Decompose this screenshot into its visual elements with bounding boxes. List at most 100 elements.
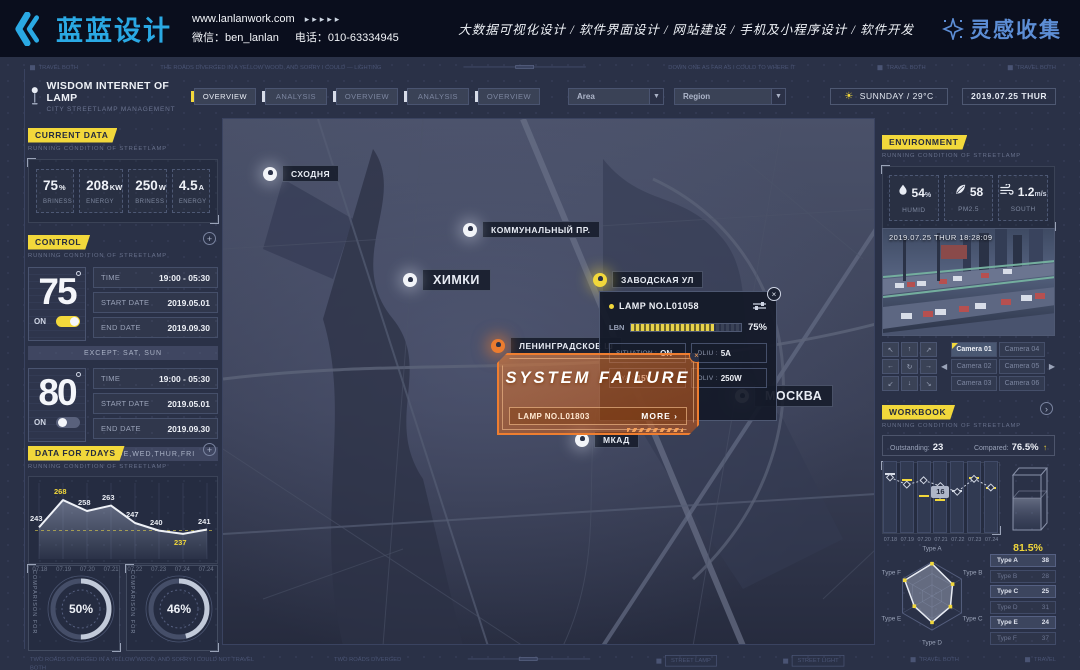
chevron-right-icon[interactable]: ›	[1040, 402, 1053, 415]
camera-panel: 2019.07.25 THUR 18:28:09	[882, 228, 1055, 391]
type-row-type-c[interactable]: Type C25	[990, 585, 1056, 598]
city-map[interactable]: СХОДНЯКОММУНАЛЬНЫЙ ПР.ХИМКИЗАВОДСКАЯ УЛЛ…	[222, 118, 875, 645]
inspiration-collect[interactable]: 灵感收集	[942, 14, 1062, 44]
camera-button-5[interactable]: Camera 05	[999, 359, 1045, 374]
env-stat-humid: 54%HUMID	[889, 175, 939, 221]
tab-analysis-2[interactable]: ANALYSIS	[265, 88, 327, 105]
site-header: 蓝蓝设计 www.lanlanwork.com▸▸▸▸▸ 微信：ben_lanl…	[0, 0, 1080, 57]
prism-gauge	[1006, 462, 1050, 534]
more-button[interactable]: MORE ›	[641, 411, 678, 421]
type-row-type-f[interactable]: Type F37	[990, 632, 1056, 645]
data-point-label: 237	[174, 538, 187, 547]
schedule-label: TIME	[101, 374, 120, 383]
x-tick-label: 07.24	[983, 537, 1000, 543]
area-select[interactable]: Area ▼	[568, 88, 664, 105]
schedule-row-time[interactable]: TIME19:00 - 05:30	[93, 368, 218, 389]
status-dot	[609, 304, 614, 309]
type-value: 24	[1042, 619, 1049, 626]
bar-column-5[interactable]	[950, 461, 964, 533]
bar-column-2[interactable]	[900, 461, 914, 533]
stat-value: 250W	[135, 178, 166, 193]
lanlan-logo[interactable]: 蓝蓝设计	[14, 9, 172, 48]
bar-column-3[interactable]	[917, 461, 931, 533]
add-schedule-button[interactable]: +	[203, 232, 216, 245]
map-label-сходня[interactable]: СХОДНЯ	[263, 165, 339, 182]
dpad-up-icon[interactable]: ↑	[901, 342, 918, 357]
type-row-type-d[interactable]: Type D31	[990, 601, 1056, 614]
type-label: Type B	[997, 573, 1017, 580]
map-label-химки[interactable]: ХИМКИ	[403, 269, 491, 291]
camera-button-1[interactable]: Camera 01	[951, 342, 997, 357]
dpad-down-icon[interactable]: ↓	[901, 376, 918, 391]
env-value: 58	[970, 185, 983, 199]
schedule-row-time[interactable]: TIME19:00 - 05:30	[93, 267, 218, 288]
lamp-pin-icon	[593, 273, 607, 287]
brightness-bar[interactable]	[630, 323, 742, 332]
bar-column-6[interactable]	[967, 461, 981, 533]
map-label-коммунальный пр.[interactable]: КОММУНАЛЬНЫЙ ПР.	[463, 221, 600, 238]
dpad-refresh-icon[interactable]: ↻	[901, 359, 918, 374]
panel-subtitle: RUNNING CONDITION OF STREETLAMP	[882, 153, 1055, 159]
level-marker	[986, 487, 996, 489]
square-icon	[878, 65, 883, 70]
close-icon[interactable]: ×	[767, 287, 781, 301]
camera-button-2[interactable]: Camera 02	[951, 359, 997, 374]
x-tick-label: 07.18	[882, 537, 899, 543]
contact-info: www.lanlanwork.com▸▸▸▸▸ 微信：ben_lanlan电话：…	[192, 10, 399, 46]
decor-text: TRAVEL BOTH	[920, 655, 959, 664]
type-row-type-e[interactable]: Type E24	[990, 616, 1056, 629]
streetlamp-icon	[30, 85, 40, 108]
bar-column-7[interactable]	[984, 461, 998, 533]
decor-item: TRAVEL BOTH	[30, 63, 78, 72]
wind-icon-wrap	[1000, 183, 1015, 201]
schedule-label: START DATE	[101, 298, 149, 307]
schedule-row-end-date[interactable]: END DATE2019.09.30	[93, 418, 218, 439]
collect-label: 灵感收集	[970, 14, 1062, 44]
x-tick-label: 07.23	[966, 537, 983, 543]
tab-tick-icon	[262, 91, 265, 102]
dpad-down-left-icon[interactable]: ↙	[882, 376, 899, 391]
schedule-row-start-date[interactable]: START DATE2019.05.01	[93, 393, 218, 414]
camera-prev-icon[interactable]: ◀	[941, 362, 947, 371]
bar-column-1[interactable]	[883, 461, 897, 533]
camera-next-icon[interactable]: ▶	[1049, 362, 1055, 371]
left-ruler-line	[24, 69, 25, 649]
power-label: ON	[34, 317, 46, 326]
schedule-value: 2019.05.01	[167, 298, 210, 308]
radar-axis-label: Type C	[963, 616, 983, 623]
weather-text: SUNNDAY / 29°C	[860, 91, 934, 101]
type-row-type-b[interactable]: Type B28	[990, 570, 1056, 583]
stat-label: BRINESS	[43, 199, 73, 205]
tab-overview-1[interactable]: OVERVIEW	[194, 88, 256, 105]
camera-button-3[interactable]: Camera 03	[951, 376, 997, 391]
type-row-type-a[interactable]: Type A38	[990, 554, 1056, 567]
map-label-text: КОММУНАЛЬНЫЙ ПР.	[482, 221, 600, 238]
power-toggle[interactable]	[56, 417, 80, 428]
tab-overview-5[interactable]: OVERVIEW	[478, 88, 540, 105]
map-label-заводская ул[interactable]: ЗАВОДСКАЯ УЛ	[593, 271, 703, 288]
dpad-down-right-icon[interactable]: ↘	[920, 376, 937, 391]
schedule-row-start-date[interactable]: START DATE 2019.05.01	[93, 292, 218, 313]
tab-analysis-4[interactable]: ANALYSIS	[407, 88, 469, 105]
env-unit: m/s	[1034, 191, 1046, 198]
region-select[interactable]: Region ▼	[674, 88, 786, 105]
schedule-row-end-date[interactable]: END DATE2019.09.30	[93, 317, 218, 338]
map-label-text: ХИМКИ	[422, 269, 491, 291]
camera-button-6[interactable]: Camera 06	[999, 376, 1045, 391]
dpad-left-icon[interactable]: ←	[882, 359, 899, 374]
type-label: Type D	[997, 604, 1018, 611]
site-url[interactable]: www.lanlanwork.com	[192, 13, 295, 25]
expand-chart-button[interactable]: +	[203, 443, 216, 456]
dpad-right-icon[interactable]: →	[920, 359, 937, 374]
camera-feed[interactable]: 2019.07.25 THUR 18:28:09	[882, 228, 1055, 336]
camera-button-4[interactable]: Camera 04	[999, 342, 1045, 357]
droplet-icon-wrap	[897, 183, 909, 202]
sliders-icon[interactable]	[752, 301, 767, 311]
dpad-up-right-icon[interactable]: ↗	[920, 342, 937, 357]
type-value: 38	[1042, 557, 1049, 564]
tab-overview-3[interactable]: OVERVIEW	[336, 88, 398, 105]
power-toggle[interactable]	[56, 316, 80, 327]
compared-label: Compared:	[974, 445, 1009, 452]
radar-axis-label: Type B	[963, 569, 983, 576]
dpad-up-left-icon[interactable]: ↖	[882, 342, 899, 357]
